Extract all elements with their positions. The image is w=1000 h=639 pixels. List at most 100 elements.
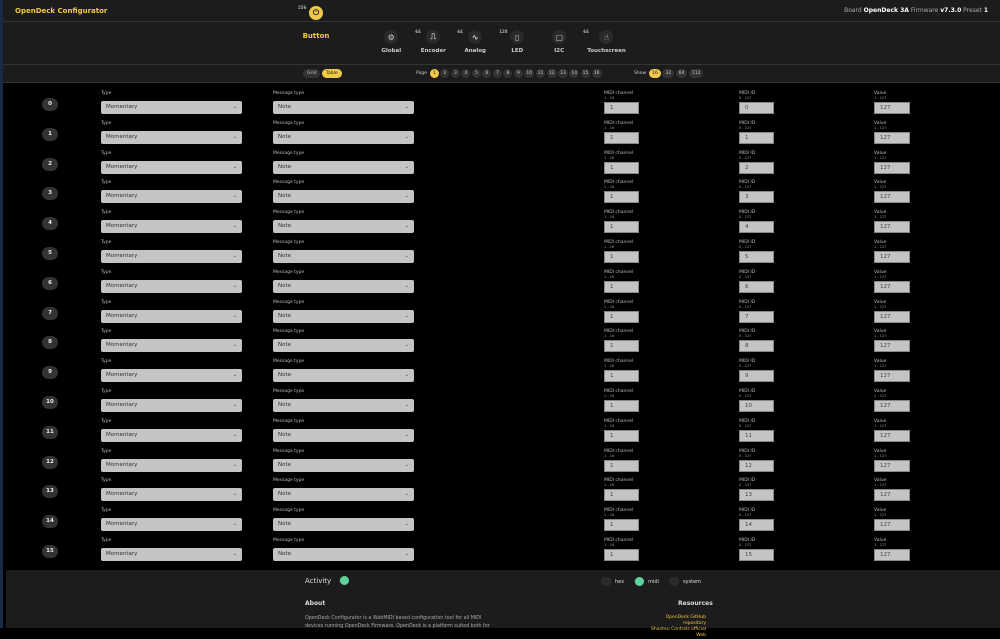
midi-id-input[interactable]: 8 xyxy=(739,340,774,353)
link-github[interactable]: OpenDeck GitHub repository xyxy=(646,615,706,627)
link-website[interactable]: Shanteu Controls official Web xyxy=(646,627,706,639)
type-select[interactable]: Momentary ⌄ xyxy=(101,488,242,502)
value-input[interactable]: 127 xyxy=(874,250,910,263)
value-input[interactable]: 127 xyxy=(874,191,910,204)
page-button[interactable]: 16 xyxy=(591,69,602,78)
midi-channel-input[interactable]: 1 xyxy=(604,548,639,561)
type-select[interactable]: Momentary ⌄ xyxy=(101,339,242,353)
message-type-select[interactable]: Note ⌄ xyxy=(273,160,414,174)
midi-channel-input[interactable]: 1 xyxy=(604,161,639,174)
nav-touchscreen[interactable]: 64 ☝ Touchscreen xyxy=(583,29,626,64)
type-select[interactable]: Momentary ⌄ xyxy=(101,160,242,174)
type-select[interactable]: Momentary ⌄ xyxy=(101,428,242,442)
message-type-select[interactable]: Note ⌄ xyxy=(273,309,414,323)
midi-id-input[interactable]: 3 xyxy=(739,191,774,204)
type-select[interactable]: Momentary ⌄ xyxy=(101,398,242,412)
midi-channel-input[interactable]: 1 xyxy=(604,429,639,442)
midi-id-input[interactable]: 9 xyxy=(739,370,774,383)
page-button[interactable]: 14 xyxy=(569,69,580,78)
midi-id-input[interactable]: 2 xyxy=(739,161,774,174)
value-input[interactable]: 127 xyxy=(874,370,910,383)
value-input[interactable]: 127 xyxy=(874,340,910,353)
filter-toggle[interactable] xyxy=(601,577,611,586)
message-type-select[interactable]: Note ⌄ xyxy=(273,101,414,114)
message-type-select[interactable]: Note ⌄ xyxy=(273,130,414,144)
show-option[interactable]: 112 xyxy=(688,69,704,78)
filter-hex[interactable]: hex xyxy=(601,577,624,586)
page-button[interactable]: 3 xyxy=(450,69,460,78)
page-button[interactable]: 6 xyxy=(482,69,492,78)
midi-channel-input[interactable]: 1 xyxy=(604,280,639,293)
value-input[interactable]: 127 xyxy=(874,459,910,472)
type-select[interactable]: Momentary ⌄ xyxy=(101,220,242,234)
message-type-select[interactable]: Note ⌄ xyxy=(273,249,414,263)
value-input[interactable]: 127 xyxy=(874,280,910,293)
page-button[interactable]: 15 xyxy=(580,69,591,78)
page-button[interactable]: 8 xyxy=(503,69,513,78)
filter-midi[interactable]: midi xyxy=(634,577,659,586)
midi-id-input[interactable]: 11 xyxy=(739,429,774,442)
message-type-select[interactable]: Note ⌄ xyxy=(273,369,414,383)
page-button[interactable]: 7 xyxy=(492,69,502,78)
midi-id-input[interactable]: 10 xyxy=(739,399,774,412)
midi-channel-input[interactable]: 1 xyxy=(604,519,639,532)
type-select[interactable]: Momentary ⌄ xyxy=(101,369,242,383)
message-type-select[interactable]: Note ⌄ xyxy=(273,220,414,234)
message-type-select[interactable]: Note ⌄ xyxy=(273,547,414,561)
nav-i2c[interactable]: ▢ I2C xyxy=(545,30,573,64)
message-type-select[interactable]: Note ⌄ xyxy=(273,518,414,532)
page-button[interactable]: 9 xyxy=(513,69,523,78)
midi-id-input[interactable]: 7 xyxy=(739,310,774,323)
page-button[interactable]: 12 xyxy=(546,69,557,78)
type-select[interactable]: Momentary ⌄ xyxy=(101,190,242,204)
filter-toggle[interactable] xyxy=(668,577,679,586)
page-button[interactable]: 2 xyxy=(440,69,450,78)
midi-channel-input[interactable]: 1 xyxy=(604,459,639,472)
midi-channel-input[interactable]: 1 xyxy=(604,250,639,263)
midi-id-input[interactable]: 0 xyxy=(739,102,774,114)
message-type-select[interactable]: Note ⌄ xyxy=(273,488,414,502)
type-select[interactable]: Momentary ⌄ xyxy=(101,130,242,144)
nav-led[interactable]: 128 ▯ LED xyxy=(499,29,531,64)
midi-channel-input[interactable]: 1 xyxy=(604,221,639,234)
message-type-select[interactable]: Note ⌄ xyxy=(273,428,414,442)
nav-global[interactable]: ⚙ Global xyxy=(377,30,405,64)
show-option[interactable]: 64 xyxy=(675,69,688,78)
midi-id-input[interactable]: 13 xyxy=(739,489,774,502)
type-select[interactable]: Momentary ⌄ xyxy=(101,309,242,323)
midi-channel-input[interactable]: 1 xyxy=(604,340,639,353)
nav-analog[interactable]: 64 ∿ Analog xyxy=(457,29,489,64)
nav-button[interactable]: 256 ⏻ Button xyxy=(298,5,330,40)
value-input[interactable]: 127 xyxy=(874,429,910,442)
midi-channel-input[interactable]: 1 xyxy=(604,310,639,323)
type-select[interactable]: Momentary ⌄ xyxy=(101,249,242,263)
page-button[interactable]: 4 xyxy=(461,69,471,78)
value-input[interactable]: 127 xyxy=(874,102,910,114)
view-table-button[interactable]: Table xyxy=(321,69,342,78)
page-button[interactable]: 10 xyxy=(524,69,535,78)
midi-id-input[interactable]: 14 xyxy=(739,519,774,532)
activity-toggle[interactable] xyxy=(339,576,350,585)
show-option[interactable]: 32 xyxy=(662,69,675,78)
value-input[interactable]: 127 xyxy=(874,519,910,532)
midi-channel-input[interactable]: 1 xyxy=(604,102,639,114)
filter-toggle[interactable] xyxy=(634,577,645,586)
midi-channel-input[interactable]: 1 xyxy=(604,370,639,383)
midi-channel-input[interactable]: 1 xyxy=(604,489,639,502)
midi-id-input[interactable]: 5 xyxy=(739,250,774,263)
page-button[interactable]: 13 xyxy=(558,69,568,78)
message-type-select[interactable]: Note ⌄ xyxy=(273,279,414,293)
value-input[interactable]: 127 xyxy=(874,399,910,412)
type-select[interactable]: Momentary ⌄ xyxy=(101,101,242,114)
page-button[interactable]: 5 xyxy=(471,69,481,78)
show-option[interactable]: 16 xyxy=(649,69,661,78)
value-input[interactable]: 127 xyxy=(874,131,910,144)
value-input[interactable]: 127 xyxy=(874,548,910,561)
value-input[interactable]: 127 xyxy=(874,310,910,323)
value-input[interactable]: 127 xyxy=(874,489,910,502)
message-type-select[interactable]: Note ⌄ xyxy=(273,398,414,412)
type-select[interactable]: Momentary ⌄ xyxy=(101,547,242,561)
midi-channel-input[interactable]: 1 xyxy=(604,131,639,144)
message-type-select[interactable]: Note ⌄ xyxy=(273,458,414,472)
type-select[interactable]: Momentary ⌄ xyxy=(101,458,242,472)
